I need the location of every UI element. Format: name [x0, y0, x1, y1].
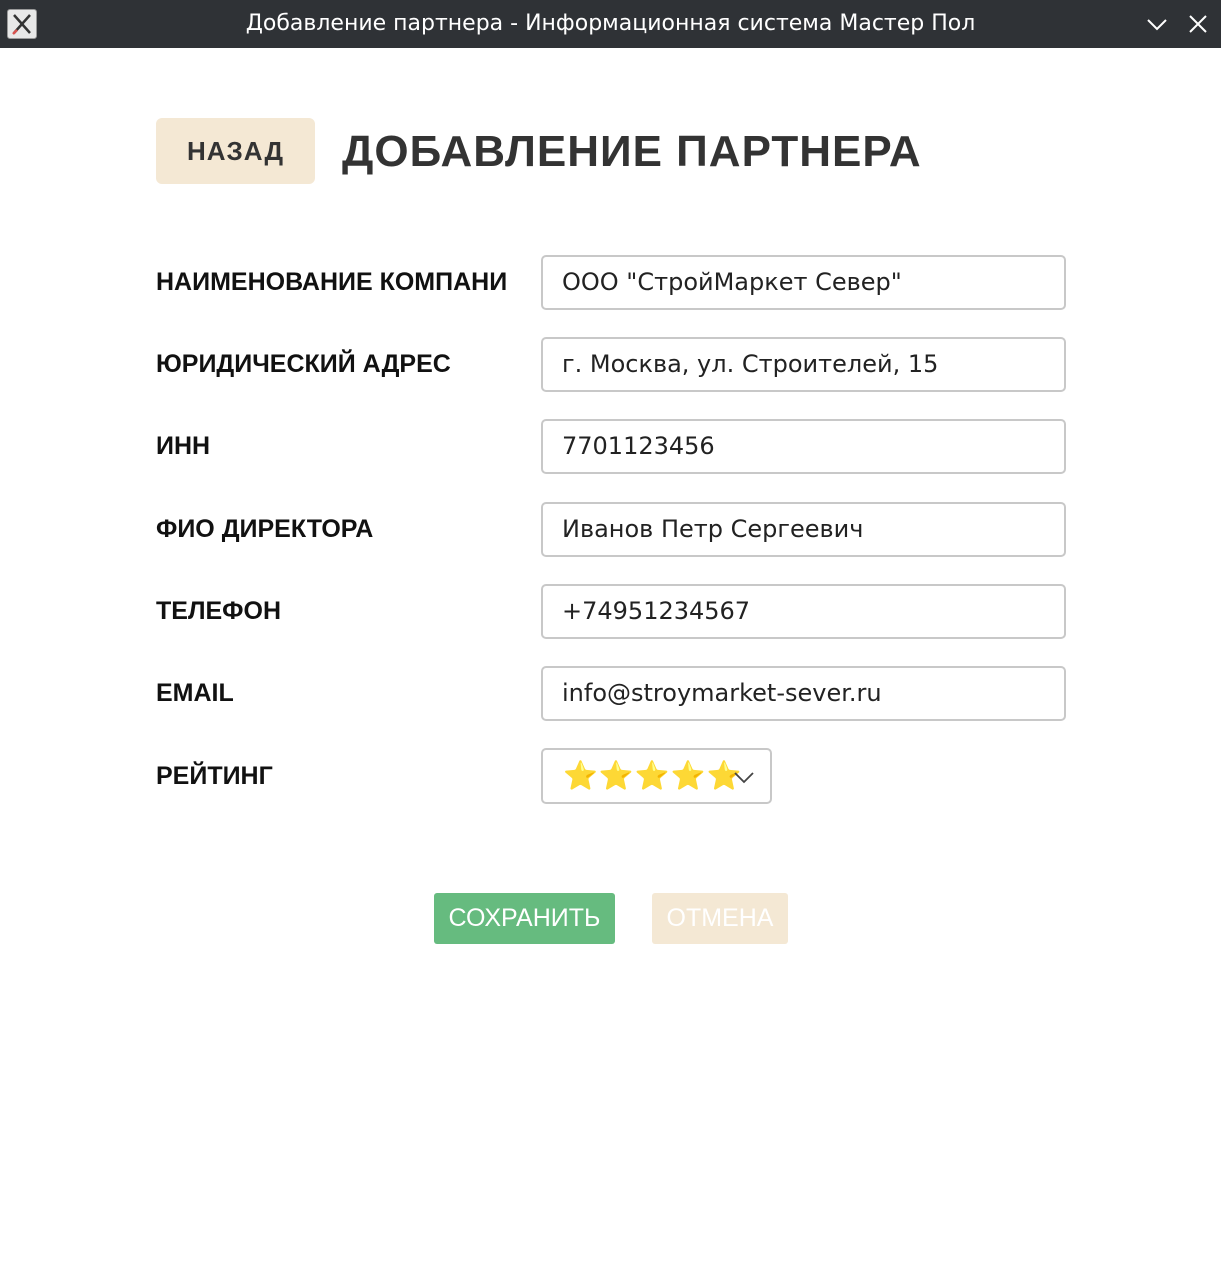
director-name-input[interactable]: Иванов Петр Сергеевич — [541, 502, 1066, 557]
email-label: EMAIL — [156, 679, 234, 707]
director-name-label: ФИО ДИРЕКТОРА — [156, 515, 374, 543]
inn-input[interactable]: 7701123456 — [541, 419, 1066, 474]
rating-label: РЕЙТИНГ — [156, 762, 273, 790]
legal-address-label: ЮРИДИЧЕСКИЙ АДРЕС — [156, 350, 451, 378]
rating-stars: ⭐⭐⭐⭐⭐ — [563, 759, 743, 792]
cancel-button[interactable]: ОТМЕНА — [652, 893, 788, 944]
rating-select[interactable]: ⭐⭐⭐⭐⭐ — [541, 748, 772, 804]
window-titlebar: Добавление партнера - Информационная сис… — [0, 0, 1221, 48]
inn-label: ИНН — [156, 432, 211, 460]
legal-address-input[interactable]: г. Москва, ул. Строителей, 15 — [541, 337, 1066, 392]
close-icon[interactable] — [1186, 12, 1210, 36]
company-name-input[interactable]: ООО "СтройМаркет Север" — [541, 255, 1066, 310]
back-button[interactable]: НАЗАД — [156, 118, 315, 184]
chevron-down-icon — [733, 766, 755, 788]
chevron-down-icon[interactable] — [1145, 12, 1169, 36]
email-input[interactable]: info@stroymarket-sever.ru — [541, 666, 1066, 721]
page-title: ДОБАВЛЕНИЕ ПАРТНЕРА — [342, 127, 922, 176]
window-title: Добавление партнера - Информационная сис… — [245, 11, 976, 36]
company-name-label: НАИМЕНОВАНИЕ КОМПАНИ — [156, 268, 508, 296]
phone-input[interactable]: +74951234567 — [541, 584, 1066, 639]
phone-label: ТЕЛЕФОН — [156, 597, 281, 625]
save-button[interactable]: СОХРАНИТЬ — [434, 893, 615, 944]
